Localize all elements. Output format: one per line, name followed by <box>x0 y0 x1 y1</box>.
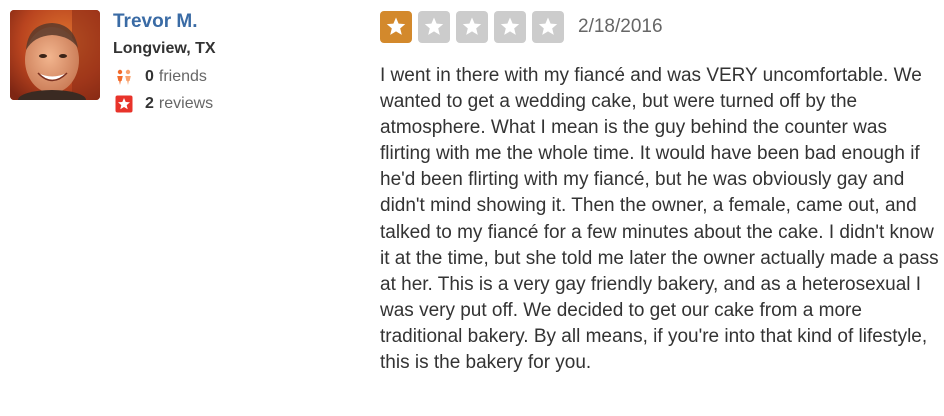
friends-stat: 0 friends <box>115 67 207 87</box>
review-star-icon <box>115 95 133 113</box>
reviews-count: 2 <box>145 95 154 112</box>
user-name-link[interactable]: Trevor M. <box>113 11 197 33</box>
review-date: 2/18/2016 <box>578 16 663 37</box>
review-card: Trevor M. Longview, TX 0 friends 2 revie… <box>0 0 944 416</box>
star-icon <box>532 11 564 43</box>
star-rating <box>380 11 570 43</box>
user-location: Longview, TX <box>113 40 216 57</box>
friends-count: 0 <box>145 68 154 85</box>
review-text: I went in there with my fiancé and was V… <box>380 65 939 374</box>
reviews-label: reviews <box>158 95 214 112</box>
reviews-stat: 2 reviews <box>115 94 213 114</box>
star-icon <box>380 11 412 43</box>
friends-icon <box>115 68 133 86</box>
star-icon <box>456 11 488 43</box>
star-icon <box>494 11 526 43</box>
user-avatar[interactable] <box>10 10 100 100</box>
star-icon <box>418 11 450 43</box>
friends-label: friends <box>158 68 207 85</box>
